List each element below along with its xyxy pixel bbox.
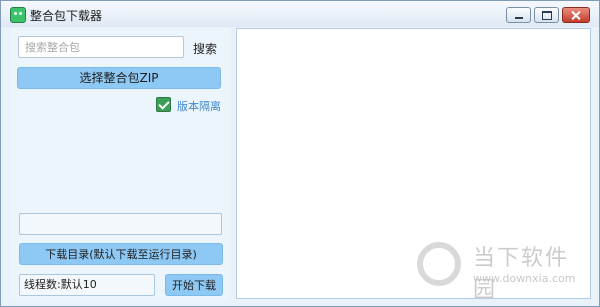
version-isolation-checkbox[interactable] xyxy=(156,97,171,112)
title-bar[interactable]: 整合包下载器 xyxy=(1,1,599,27)
download-directory-button[interactable]: 下载目录(默认下载至运行目录) xyxy=(19,243,223,265)
watermark-url: www.downxia.com xyxy=(473,272,576,285)
threads-field[interactable]: 线程数:默认10 xyxy=(19,274,155,296)
app-window: 整合包下载器 搜索 选择整合包ZIP 版本隔离 下载目录(默认下载至运行目录) … xyxy=(0,0,600,307)
window-title: 整合包下载器 xyxy=(30,9,103,23)
progress-bar xyxy=(19,213,222,235)
search-button[interactable]: 搜索 xyxy=(193,40,217,57)
search-input[interactable] xyxy=(18,36,184,58)
output-panel: 当下软件园 www.downxia.com xyxy=(236,28,591,303)
version-isolation-label[interactable]: 版本隔离 xyxy=(177,98,221,114)
watermark: 当下软件园 www.downxia.com xyxy=(417,238,587,303)
maximize-button[interactable] xyxy=(534,7,559,23)
start-download-button[interactable]: 开始下载 xyxy=(165,274,223,296)
select-zip-button[interactable]: 选择整合包ZIP xyxy=(17,67,221,89)
watermark-logo-icon xyxy=(417,242,461,286)
close-button[interactable] xyxy=(562,7,590,23)
app-icon xyxy=(10,7,26,23)
minimize-button[interactable] xyxy=(506,7,531,23)
left-panel: 搜索 选择整合包ZIP 版本隔离 下载目录(默认下载至运行目录) 线程数:默认1… xyxy=(10,28,229,299)
